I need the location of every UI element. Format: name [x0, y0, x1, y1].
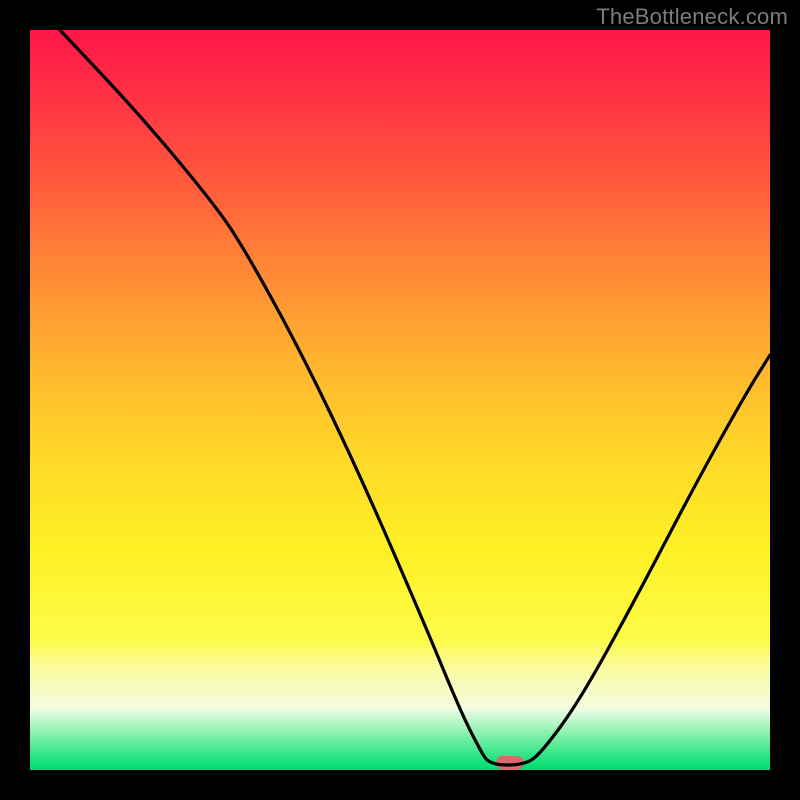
watermark-text: TheBottleneck.com: [596, 4, 788, 30]
plot-area: [30, 30, 770, 770]
chart-frame: TheBottleneck.com: [0, 0, 800, 800]
curve-path: [60, 30, 770, 765]
bottleneck-curve: [30, 30, 770, 770]
